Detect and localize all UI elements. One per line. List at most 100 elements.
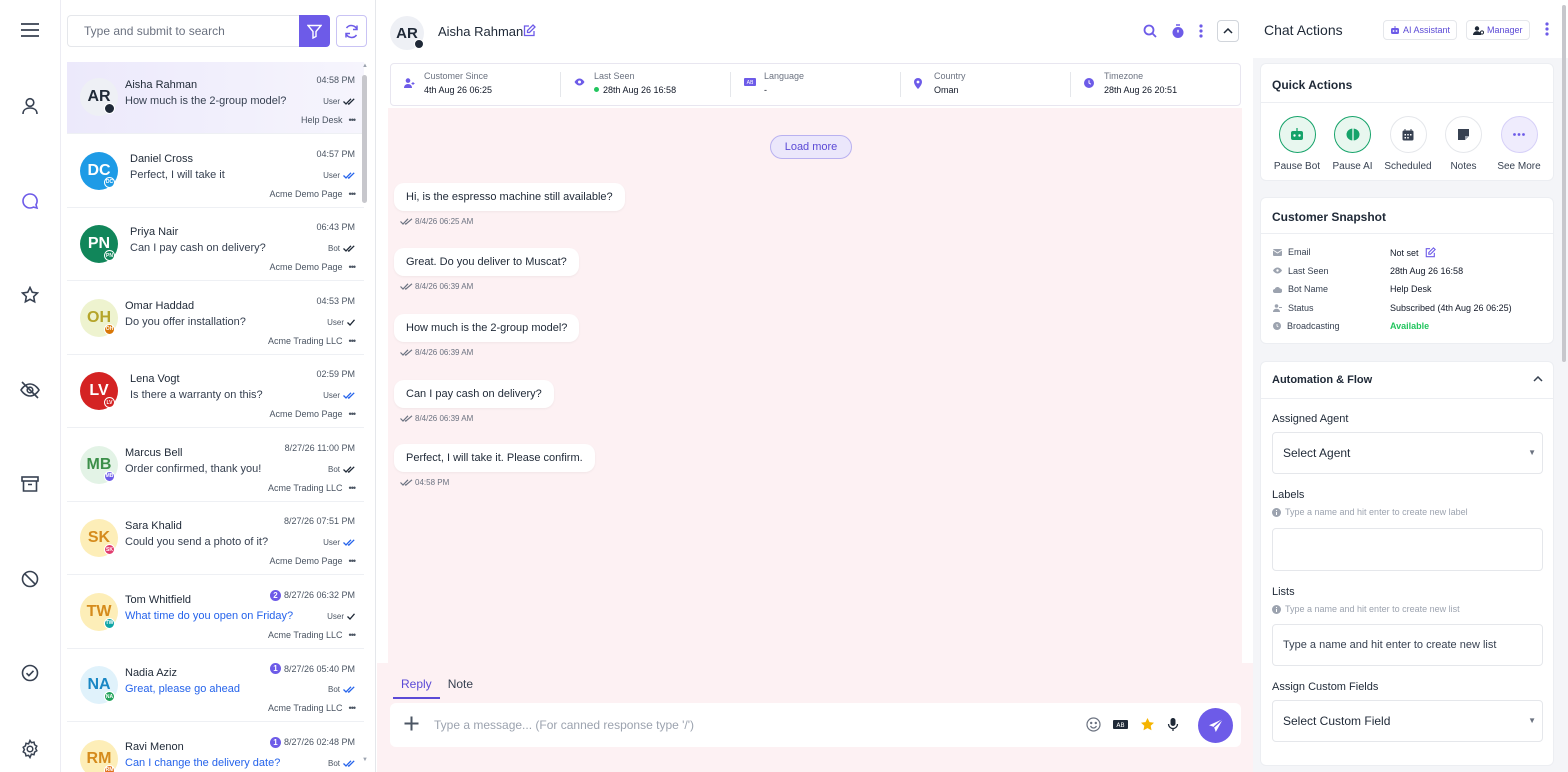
timer-icon[interactable]	[1171, 23, 1185, 39]
message-time: 04:57 PM	[316, 149, 355, 159]
quick-action-scheduled[interactable]: Scheduled	[1380, 116, 1436, 172]
page-source-text: Acme Trading LLC	[268, 482, 343, 493]
message-time: 1 8/27/26 02:48 PM	[269, 736, 355, 748]
plus-icon[interactable]	[403, 715, 420, 732]
message-time-text: 04:53 PM	[316, 295, 355, 306]
refresh-button[interactable]	[335, 15, 367, 47]
block-icon[interactable]	[19, 568, 41, 590]
info-icon	[1272, 604, 1281, 614]
last-message: Can I pay cash on delivery?	[130, 242, 266, 254]
labels-input[interactable]	[1272, 528, 1543, 571]
message-timestamp: 8/4/26 06:25 AM	[400, 217, 473, 226]
custom-field-select[interactable]: Select Custom Field ▼	[1272, 700, 1543, 742]
more-horizontal-icon[interactable]: •••	[349, 409, 357, 419]
conversation-item[interactable]: LV LV Lena Vogt Is there a warranty on this…	[67, 356, 364, 428]
check-circle-icon[interactable]	[19, 662, 41, 684]
chat-icon[interactable]	[19, 190, 41, 212]
list-scrollbar-thumb[interactable]	[362, 75, 367, 203]
conversation-list: AR Aisha Rahman How much is the 2-group mo…	[67, 62, 364, 772]
conversation-item[interactable]: AR Aisha Rahman How much is the 2-group mo…	[67, 62, 364, 134]
info-value-text: 4th Aug 26 06:25	[424, 85, 493, 95]
edit-email-icon[interactable]	[1425, 247, 1436, 258]
more-horizontal-icon[interactable]: •••	[349, 483, 357, 493]
collapse-header-button[interactable]	[1217, 20, 1239, 42]
send-button[interactable]	[1198, 708, 1233, 743]
info-last-seen: Last Seen 28th Aug 26 16:58	[561, 71, 731, 97]
settings-icon[interactable]	[19, 738, 41, 760]
archive-icon[interactable]	[19, 473, 41, 495]
right-panel-scrollbar-thumb[interactable]	[1562, 5, 1566, 362]
manager-button[interactable]: Manager	[1466, 20, 1530, 40]
conversation-item[interactable]: SK SK Sara Khalid Could you send a photo of…	[67, 503, 364, 575]
more-horizontal-icon[interactable]: •••	[349, 262, 357, 272]
right-panel-scrollbar[interactable]	[1560, 0, 1568, 772]
snapshot-label: Bot Name	[1273, 284, 1328, 294]
quick-action-see-more[interactable]: See More	[1491, 116, 1547, 172]
composer-tools: AB	[1086, 717, 1179, 732]
double-check-icon	[400, 218, 413, 225]
message-time-text: 06:43 PM	[316, 222, 355, 232]
search-input[interactable]: Type and submit to search	[67, 15, 299, 47]
user-add-icon	[404, 78, 415, 88]
quick-action-notes[interactable]: Notes	[1436, 116, 1492, 172]
contacts-icon[interactable]	[19, 95, 41, 117]
more-horizontal-icon[interactable]: •••	[349, 336, 357, 346]
message-bubble: Hi, is the espresso machine still availa…	[394, 183, 625, 211]
list-scrollbar[interactable]: ▲ ▼	[362, 63, 368, 763]
ai-assistant-button[interactable]: AI Assistant	[1383, 20, 1458, 40]
sender-type: Bot	[328, 685, 355, 694]
conversation-item[interactable]: PN PN Priya Nair Can I pay cash on delivery…	[67, 209, 364, 281]
quick-action-pause-ai[interactable]: Pause AI	[1325, 116, 1381, 172]
chat-panel: AR Aisha Rahman Customer Since 4th Aug 26…	[377, 0, 1253, 772]
customer-info-bar: Customer Since 4th Aug 26 06:25 Last Seen 2…	[390, 63, 1241, 106]
more-vertical-icon[interactable]	[1199, 24, 1203, 38]
message-timestamp: 8/4/26 06:39 AM	[400, 282, 473, 291]
conversation-item[interactable]: NA NA Nadia Aziz Great, please go ahead 1 8/2…	[67, 650, 364, 722]
info-language: AB Language -	[731, 71, 901, 97]
eye-off-icon[interactable]	[19, 379, 41, 401]
menu-icon[interactable]	[19, 19, 41, 41]
emoji-icon[interactable]	[1086, 717, 1101, 732]
quick-action-pause-bot[interactable]: Pause Bot	[1269, 116, 1325, 172]
contact-name: Sara Khalid	[125, 520, 182, 532]
conversation-item[interactable]: TW TW Tom Whitfield What time do you open o…	[67, 577, 364, 649]
sender-type-text: User	[323, 170, 340, 180]
conversation-item[interactable]: DC DC Daniel Cross Perfect, I will take it 0…	[67, 136, 364, 208]
snapshot-label: Status	[1273, 303, 1314, 313]
message-bubble: Can I pay cash on delivery?	[394, 380, 554, 408]
more-horizontal-icon[interactable]: •••	[349, 703, 357, 713]
language-icon[interactable]: AB	[1113, 719, 1128, 730]
sender-type: Bot	[328, 244, 355, 253]
more-horizontal-icon[interactable]: •••	[349, 556, 357, 566]
more-horizontal-icon[interactable]: •••	[349, 630, 357, 640]
message-bubble: How much is the 2-group model?	[394, 314, 580, 342]
load-more-button[interactable]: Load more	[770, 135, 852, 159]
assigned-agent-label: Assigned Agent	[1272, 413, 1349, 425]
search-icon[interactable]	[1143, 24, 1157, 38]
channel-badge: DC	[104, 176, 115, 188]
assigned-agent-select[interactable]: Select Agent ▼	[1272, 432, 1543, 474]
filter-button[interactable]	[299, 15, 330, 47]
scroll-down-icon[interactable]: ▼	[362, 757, 368, 763]
more-horizontal-icon[interactable]: •••	[349, 189, 357, 199]
more-vertical-icon[interactable]	[1545, 22, 1549, 36]
contact-name: Lena Vogt	[130, 373, 180, 385]
lists-input[interactable]: Type a name and hit enter to create new …	[1272, 624, 1543, 666]
star-icon[interactable]	[19, 284, 41, 306]
tab-reply[interactable]: Reply	[393, 677, 440, 699]
more-horizontal-icon[interactable]: •••	[349, 115, 357, 125]
message-composer[interactable]: Type a message... (For canned response t…	[390, 703, 1241, 747]
tab-note[interactable]: Note	[440, 677, 481, 699]
edit-name-icon[interactable]	[523, 24, 536, 37]
conversation-item[interactable]: MB MB Marcus Bell Order confirmed, thank yo…	[67, 430, 364, 502]
ai-assistant-label: AI Assistant	[1403, 25, 1451, 35]
microphone-icon[interactable]	[1167, 717, 1179, 732]
check-icon	[347, 318, 355, 326]
conversation-item[interactable]: OH OH Omar Haddad Do you offer installation…	[67, 283, 364, 355]
conversation-item[interactable]: RM RM Ravi Menon Can I change the delivery …	[67, 724, 364, 772]
double-check-icon	[343, 686, 355, 693]
scroll-up-icon[interactable]: ▲	[362, 63, 368, 69]
star-icon[interactable]	[1140, 717, 1155, 732]
chevron-up-icon[interactable]	[1533, 376, 1543, 382]
message-time-text: 8/27/26 07:51 PM	[283, 516, 355, 526]
